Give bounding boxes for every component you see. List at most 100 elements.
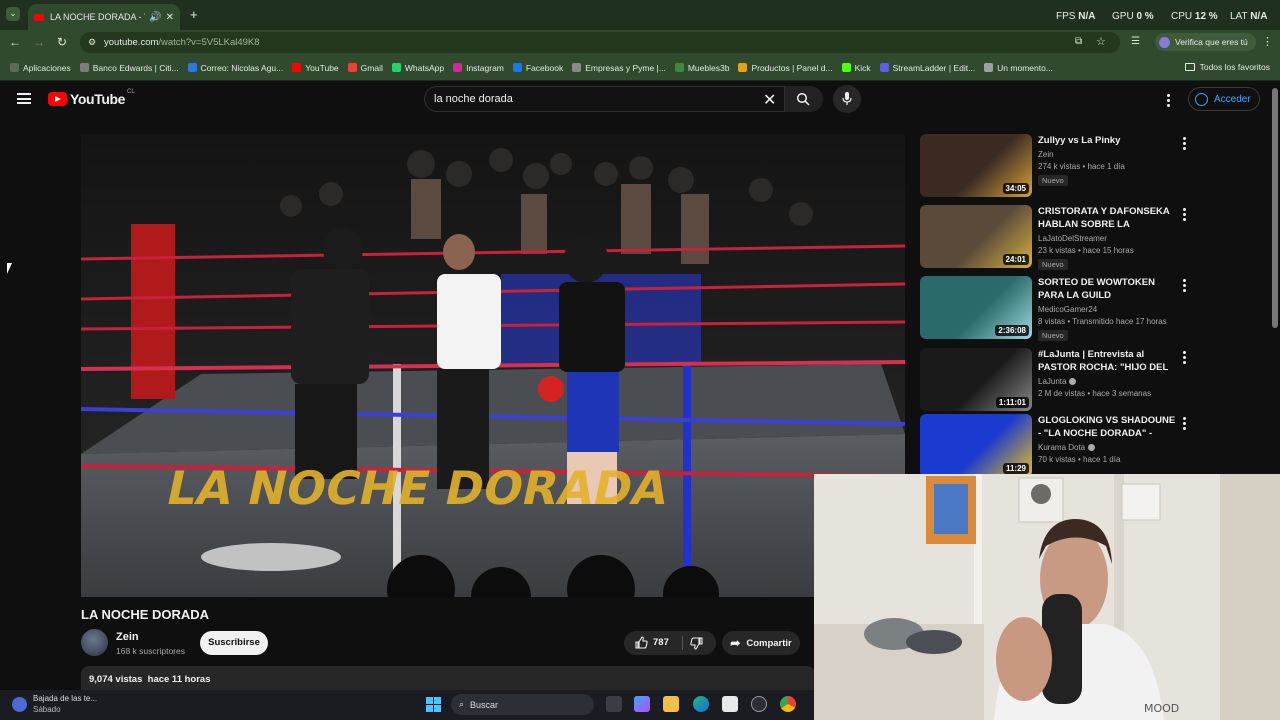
bookmark-favicon-icon <box>572 63 582 72</box>
recommended-channel[interactable]: Zein <box>1038 150 1054 159</box>
recommended-menu-kebab-icon[interactable] <box>1183 417 1186 432</box>
recommended-channel[interactable]: MedicoGamer24 <box>1038 305 1097 314</box>
youtube-logo[interactable]: YouTube CL <box>48 89 135 107</box>
bookmark-label: Muebles3b <box>687 62 730 73</box>
bookmark-item[interactable]: Kick <box>841 63 871 73</box>
subscribe-button[interactable]: Suscribirse <box>200 631 268 655</box>
recommended-meta: 2 M de vistas • hace 3 semanas <box>1038 389 1152 398</box>
taskbar-search[interactable]: ⌕ Buscar <box>451 694 594 715</box>
bookmark-item[interactable]: WhatsApp <box>391 63 444 73</box>
webcam-frame-person: MOOD <box>814 474 1280 720</box>
copilot-icon[interactable] <box>634 696 650 712</box>
youtube-favicon-icon <box>34 13 44 21</box>
bookmark-favicon-icon <box>292 63 302 72</box>
share-button[interactable]: ➦ Compartir <box>722 631 800 655</box>
tab-close-icon[interactable]: ✕ <box>166 12 174 23</box>
recommended-channel[interactable]: LaJatoDelStreamer <box>1038 234 1107 243</box>
bookmark-item[interactable]: Gmail <box>347 62 383 73</box>
video-duration: 2:36:08 <box>995 325 1029 336</box>
tab-search-icon[interactable]: ⌄ <box>6 7 20 21</box>
hamburger-menu-icon[interactable] <box>17 93 31 104</box>
new-tab-icon[interactable]: + <box>190 7 198 22</box>
settings-kebab-icon[interactable] <box>1167 94 1170 109</box>
video-thumbnail[interactable]: 2:36:08 <box>920 276 1032 339</box>
channel-name[interactable]: Zein <box>116 631 139 643</box>
dell-icon[interactable] <box>751 696 767 712</box>
recommended-video[interactable]: 1:11:01 #LaJunta | Entrevista al PASTOR R… <box>920 348 1195 411</box>
bookmark-favicon-icon <box>10 63 19 72</box>
site-info-icon[interactable]: ⚙ <box>88 37 96 48</box>
profile-chip-label: Verifica que eres tú <box>1175 37 1248 47</box>
video-thumbnail[interactable]: 11:29 <box>920 414 1032 477</box>
search-button[interactable] <box>785 86 823 112</box>
recommended-menu-kebab-icon[interactable] <box>1183 208 1186 223</box>
browser-tab[interactable]: LA NOCHE DORADA - YouTube 🔊 ✕ <box>28 4 180 30</box>
bookmark-star-icon[interactable]: ☆ <box>1096 35 1106 48</box>
back-icon[interactable]: ← <box>9 35 21 49</box>
bookmark-item[interactable]: Aplicaciones <box>10 63 71 73</box>
voice-search-button[interactable] <box>833 85 861 113</box>
forward-icon[interactable]: → <box>33 35 45 49</box>
video-thumbnail[interactable]: 1:11:01 <box>920 348 1032 411</box>
recommended-video[interactable]: 34:05 Zullyy vs La Pinky Zein 274 k vistas … <box>920 134 1195 197</box>
video-player[interactable]: LA NOCHE DORADA <box>81 134 905 597</box>
file-explorer-icon[interactable] <box>663 696 679 712</box>
reload-icon[interactable]: ↻ <box>57 35 67 49</box>
cpu-stat: CPU 12 % <box>1171 11 1218 22</box>
video-thumbnail[interactable]: 24:01 <box>920 205 1032 268</box>
recommended-video[interactable]: 11:29 GLOGLOKING VS SHADOUNE - "LA NOCHE … <box>920 414 1195 477</box>
bookmark-item[interactable]: Productos | Panel d... <box>738 63 833 73</box>
bookmark-item[interactable]: Facebook <box>512 63 563 73</box>
new-badge: Nuevo <box>1038 175 1068 186</box>
dislike-icon[interactable] <box>690 637 703 650</box>
recommended-video-title[interactable]: #LaJunta | Entrevista al PASTOR ROCHA: "… <box>1038 348 1178 374</box>
profile-chip[interactable]: Verifica que eres tú <box>1155 33 1256 51</box>
edge-icon[interactable] <box>693 696 709 712</box>
login-button[interactable]: Acceder <box>1188 87 1260 111</box>
bookmark-item[interactable]: StreamLadder | Edit... <box>879 63 975 73</box>
recommended-menu-kebab-icon[interactable] <box>1183 351 1186 366</box>
bookmark-item[interactable]: Muebles3b <box>674 62 730 73</box>
windows-start-icon[interactable] <box>426 697 441 712</box>
recommended-menu-kebab-icon[interactable] <box>1183 279 1186 294</box>
recommended-video-title[interactable]: CRISTORATA Y DAFONSEKA HABLAN SOBRE LA D… <box>1038 205 1178 231</box>
search-input[interactable] <box>434 93 734 105</box>
recommended-channel-name: LaJunta <box>1038 377 1067 386</box>
browser-menu-icon[interactable]: ⋮ <box>1262 35 1273 48</box>
like-icon[interactable] <box>635 636 648 649</box>
install-app-icon[interactable]: ⧉ <box>1075 36 1082 47</box>
bookmark-favicon-icon <box>674 63 684 72</box>
profile-avatar-icon <box>1159 36 1170 48</box>
recommended-channel[interactable]: Kurama Dota <box>1038 443 1096 452</box>
store-icon[interactable] <box>722 696 738 712</box>
address-bar[interactable]: ⚙ youtube.com/watch?v=5V5LKal49K8 ⧉ ☆ <box>80 32 1120 53</box>
recommended-menu-kebab-icon[interactable] <box>1183 137 1186 152</box>
chrome-icon[interactable] <box>780 696 796 712</box>
bookmark-label: Gmail <box>360 62 383 73</box>
lat-stat: LAT N/A <box>1230 11 1267 22</box>
channel-avatar[interactable] <box>81 629 108 656</box>
recommended-video-title[interactable]: GLOGLOKING VS SHADOUNE - "LA NOCHE DORAD… <box>1038 414 1178 440</box>
bookmarks-list: Aplicaciones Banco Edwards | Citi... Corre… <box>10 63 1062 73</box>
clear-search-icon[interactable]: ✕ <box>763 90 776 110</box>
bookmark-item[interactable]: YouTube <box>292 63 339 73</box>
speaker-icon[interactable]: 🔊 <box>149 12 161 23</box>
video-thumbnail[interactable]: 34:05 <box>920 134 1032 197</box>
recommended-video-title[interactable]: SORTEO DE WOWTOKEN PARA LA GUILD <box>1038 276 1178 302</box>
recommended-video-title[interactable]: Zullyy vs La Pinky <box>1038 134 1178 147</box>
task-view-icon[interactable] <box>606 696 622 712</box>
reading-list-icon[interactable]: ☰ <box>1131 36 1140 47</box>
weather-widget[interactable]: Bajada de las te... Sábado <box>12 694 97 714</box>
youtube-play-logo-icon <box>48 92 67 106</box>
page-scrollbar[interactable] <box>1272 88 1278 328</box>
bookmark-item[interactable]: Empresas y Pyme |... <box>572 63 666 73</box>
search-box <box>424 86 785 112</box>
all-bookmarks-button[interactable]: Todos los favoritos <box>1184 62 1270 72</box>
recommended-channel[interactable]: LaJunta <box>1038 377 1077 386</box>
recommended-video[interactable]: 24:01 CRISTORATA Y DAFONSEKA HABLAN SOBRE… <box>920 205 1195 270</box>
bookmark-item[interactable]: Un momento... <box>984 63 1053 73</box>
bookmark-item[interactable]: Instagram <box>453 63 504 73</box>
bookmark-item[interactable]: Correo: Nicolas Agu... <box>187 63 283 73</box>
bookmark-item[interactable]: Banco Edwards | Citi... <box>79 63 179 73</box>
recommended-video[interactable]: 2:36:08 SORTEO DE WOWTOKEN PARA LA GUILD M… <box>920 276 1195 341</box>
